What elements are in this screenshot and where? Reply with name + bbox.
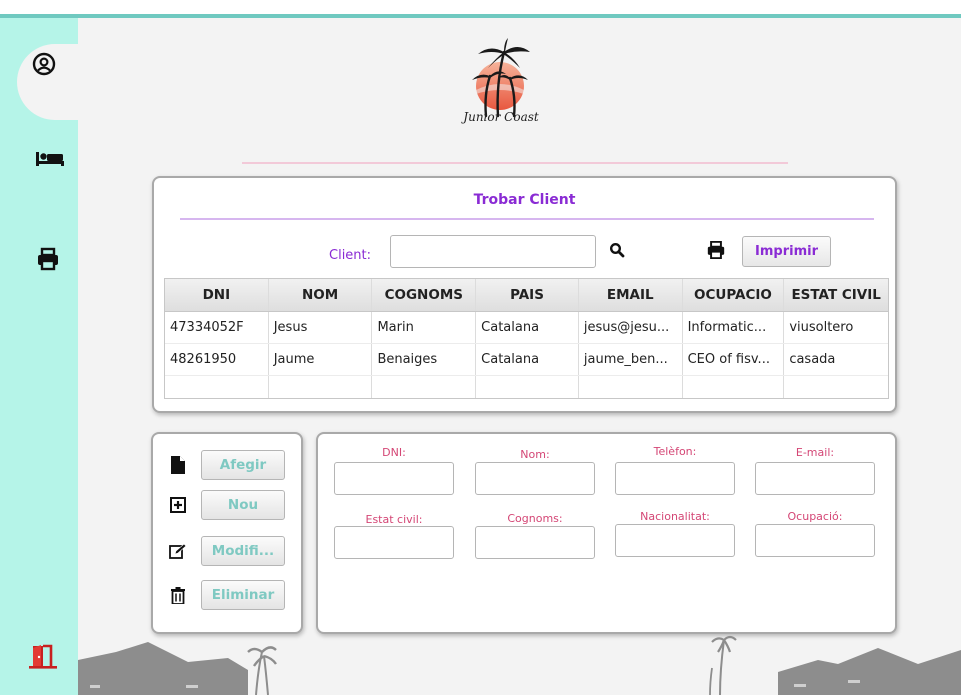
cognoms-label: Cognoms: [507,512,563,525]
document-icon [169,455,187,475]
top-accent-line [0,14,961,18]
junior-coast-logo: Junior Coast [438,34,564,130]
bed-icon[interactable] [34,148,66,170]
action-row-delete: Eliminar [169,580,285,610]
table-header-row: DNI NOM COGNOMS PAIS EMAIL OCUPACIO ESTA… [165,279,888,312]
column-header-nom[interactable]: NOM [269,279,373,311]
action-row-add: Afegir [169,450,285,480]
table-cell: Jaume [269,344,373,375]
client-form-panel: DNI: Nom: Telèfon: E-mail: Estat civil: … [316,432,897,634]
edit-icon [169,541,187,561]
new-button[interactable]: Nou [201,490,285,520]
actions-panel: Afegir Nou Modifi... Eliminar [151,432,303,634]
table-cell: Catalana [476,312,579,343]
email-label: E-mail: [795,446,835,459]
delete-button[interactable]: Eliminar [201,580,285,610]
table-cell: Marin [372,312,477,343]
nom-label: Nom: [520,448,550,461]
sidebar [0,18,78,695]
column-header-estat-civil[interactable]: ESTAT CIVIL [784,279,888,311]
client-search-input[interactable] [390,235,596,268]
action-row-modify: Modifi... [169,536,285,566]
table-cell: 47334052F [165,312,269,343]
table-row[interactable]: 47334052F Jesus Marin Catalana jesus@jes… [165,312,888,344]
table-cell: Catalana [476,344,579,375]
table-cell: Informatic... [683,312,785,343]
table-cell [269,376,373,398]
clients-table: DNI NOM COGNOMS PAIS EMAIL OCUPACIO ESTA… [164,278,889,399]
table-row[interactable]: 48261950 Jaume Benaiges Catalana jaume_b… [165,344,888,376]
table-cell: 48261950 [165,344,269,375]
print-button[interactable]: Imprimir [742,236,831,267]
table-cell [476,376,579,398]
user-circle-icon[interactable] [30,50,58,78]
ocupacio-label: Ocupació: [787,510,843,523]
table-cell: jesus@jesu... [579,312,683,343]
dni-field[interactable] [334,462,454,495]
modify-button[interactable]: Modifi... [201,536,285,566]
telefon-field[interactable] [615,462,735,495]
estat-civil-field[interactable] [334,526,454,559]
action-row-new: Nou [169,490,285,520]
column-header-ocupacio[interactable]: OCUPACIO [683,279,785,311]
column-header-dni[interactable]: DNI [165,279,269,311]
table-cell: Benaiges [372,344,477,375]
search-icon[interactable] [609,242,625,258]
exit-door-icon[interactable] [26,642,66,670]
skyline-decoration [78,630,961,695]
search-client-panel: Trobar Client Client: Imprimir DNI NOM C… [152,176,897,413]
table-cell [683,376,785,398]
table-cell: jaume_ben... [579,344,683,375]
table-cell [784,376,888,398]
plus-square-icon [169,495,187,515]
column-header-pais[interactable]: PAIS [476,279,579,311]
logo-divider [242,162,788,164]
cognoms-field[interactable] [475,526,595,559]
search-panel-title: Trobar Client [473,192,576,208]
email-field[interactable] [755,462,875,495]
table-cell: casada [789,352,836,367]
table-cell [165,376,269,398]
printer-icon[interactable] [706,240,726,260]
table-cell: viusoltero [789,320,854,335]
nacionalitat-label: Nacionalitat: [640,510,710,523]
ocupacio-field[interactable] [755,524,875,557]
column-header-email[interactable]: EMAIL [579,279,683,311]
nacionalitat-field[interactable] [615,524,735,557]
telefon-label: Telèfon: [653,445,697,458]
trash-icon [169,585,187,605]
add-button[interactable]: Afegir [201,450,285,480]
table-cell [372,376,477,398]
title-divider [180,218,874,220]
table-cell [579,376,683,398]
table-cell: CEO of fisv... [683,344,785,375]
column-header-cognoms[interactable]: COGNOMS [372,279,477,311]
logo-text: Junior Coast [460,110,539,124]
table-row-empty [165,376,888,398]
dni-label: DNI: [382,446,406,459]
printer-icon[interactable] [35,246,61,272]
table-cell: Jesus [269,312,373,343]
nom-field[interactable] [475,462,595,495]
client-label: Client: [329,248,372,263]
estat-civil-label: Estat civil: [365,513,423,526]
